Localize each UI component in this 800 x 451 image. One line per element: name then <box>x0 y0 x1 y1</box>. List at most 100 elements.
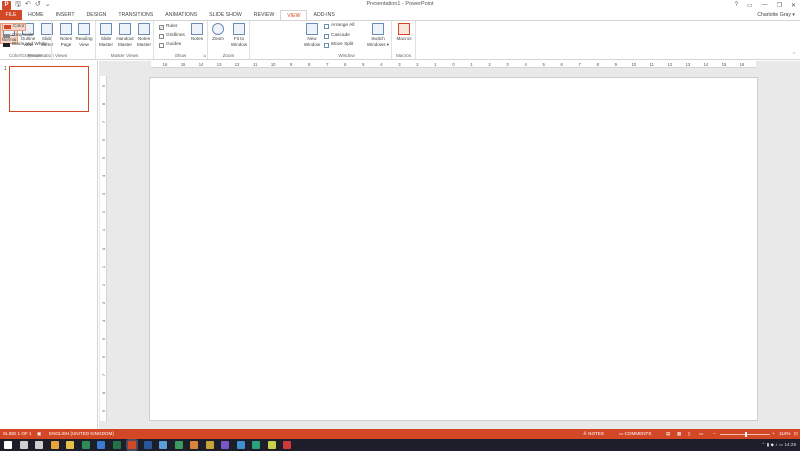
black-and-white-button[interactable]: Black and White <box>3 42 47 48</box>
ruler-tick: 5 <box>101 337 106 340</box>
zoom-slider-thumb[interactable] <box>745 431 747 437</box>
zoom-button[interactable]: Zoom <box>209 23 227 42</box>
black-white-swatch-icon <box>3 43 10 47</box>
guides-checkbox[interactable]: Guides <box>159 42 181 48</box>
notes-page-button[interactable]: Notes Page <box>57 23 75 47</box>
app-icon-9[interactable] <box>267 441 276 449</box>
taskview-icon[interactable] <box>35 441 43 449</box>
help-icon[interactable]: ? <box>735 2 738 8</box>
language-status[interactable]: ENGLISH (UNITED KINGDOM) <box>49 429 114 439</box>
app-icon-2[interactable] <box>159 441 167 449</box>
ruler-checkbox[interactable]: ✓ Ruler <box>159 24 177 30</box>
account-name[interactable]: Charlotte Gray ▾ <box>757 10 795 20</box>
zoom-level[interactable]: 114% <box>779 429 790 439</box>
excel-icon[interactable] <box>81 441 90 449</box>
app-icon-8[interactable] <box>252 441 260 449</box>
tab-transitions[interactable]: TRANSITIONS <box>112 10 159 20</box>
app-icon-6[interactable] <box>221 441 229 449</box>
tab-file[interactable]: FILE <box>0 10 22 20</box>
tab-review[interactable]: REVIEW <box>248 10 280 20</box>
zoom-out-button[interactable]: − <box>713 429 716 439</box>
group-label-window: Window <box>338 53 355 58</box>
search-icon[interactable] <box>19 441 28 449</box>
ruler-tick: 1 <box>470 62 473 67</box>
ruler-tick: 1 <box>101 229 106 232</box>
ruler-tick: 5 <box>542 62 545 67</box>
fit-window-icon <box>233 23 245 35</box>
arrange-all-button[interactable]: Arrange All <box>324 23 354 29</box>
word-icon[interactable] <box>143 441 152 449</box>
slideshow-status-icon[interactable]: ▭ <box>699 429 703 439</box>
reading-view-status-icon[interactable]: ▯ <box>688 429 691 439</box>
ribbon-tabs: FILE HOME INSERT DESIGN TRANSITIONS ANIM… <box>0 10 800 20</box>
tab-view[interactable]: VIEW <box>280 10 308 20</box>
tab-add-ins[interactable]: ADD-INS <box>307 10 340 20</box>
proofing-icon[interactable]: ▣ <box>37 429 41 439</box>
fit-to-window-button[interactable]: Fit to Window <box>229 23 249 47</box>
start-icon[interactable] <box>4 441 12 449</box>
minimize-icon[interactable]: — <box>762 2 768 8</box>
notes-toggle[interactable]: ≙ NOTES <box>583 429 604 439</box>
handout-master-button[interactable]: Handout Master <box>116 23 134 47</box>
cascade-button[interactable]: Cascade <box>324 33 350 39</box>
windows-taskbar: ⌃ ▮ ◆ ♪ ▭ 14:29 <box>0 439 800 451</box>
ruler-tick: 14 <box>198 62 204 67</box>
app-icon-3[interactable] <box>174 441 183 449</box>
tab-slide-show[interactable]: SLIDE SHOW <box>203 10 248 20</box>
tray-icons[interactable]: ⌃ ▮ ◆ ♪ ▭ <box>762 442 785 447</box>
app-icon-1[interactable] <box>97 441 105 449</box>
ruler-tick: 6 <box>101 139 106 142</box>
ruler-tick: 1 <box>101 265 106 268</box>
reading-view-button[interactable]: Reading View <box>75 23 93 47</box>
app-icon-5[interactable] <box>205 441 214 449</box>
macros-button[interactable]: Macros <box>395 23 413 42</box>
arrange-all-icon <box>324 23 329 29</box>
slide-thumbnail[interactable] <box>9 66 89 112</box>
slide-thumbnail-pane: 1 <box>0 61 98 429</box>
tab-design[interactable]: DESIGN <box>81 10 113 20</box>
chrome-icon[interactable] <box>50 441 59 449</box>
ruler-tick: 9 <box>101 84 106 88</box>
tab-animations[interactable]: ANIMATIONS <box>159 10 203 20</box>
ruler-tick: 10 <box>631 62 637 67</box>
color-button[interactable]: Color <box>2 23 27 31</box>
slide-master-button[interactable]: Slide Master <box>97 23 115 47</box>
gridlines-checkbox[interactable]: Gridlines <box>159 33 185 39</box>
grayscale-button[interactable]: Grayscale <box>3 33 34 39</box>
excel-icon-2[interactable] <box>112 441 121 449</box>
notes-master-button[interactable]: Notes Master <box>135 23 153 47</box>
slide-sorter-status-icon[interactable]: ▦ <box>677 429 681 439</box>
dialog-launcher-icon[interactable]: ⇲ <box>203 53 206 58</box>
restore-icon[interactable]: ❐ <box>777 2 782 9</box>
switch-windows-button[interactable]: Switch Windows ▾ <box>366 23 390 47</box>
notes-icon <box>191 23 203 35</box>
normal-view-status-icon[interactable]: ▤ <box>666 429 670 439</box>
move-split-button[interactable]: Move Split <box>324 42 353 48</box>
explorer-icon[interactable] <box>66 441 74 449</box>
app-icon-7[interactable] <box>236 441 245 449</box>
ruler-tick: 1 <box>434 62 437 67</box>
app-icon-10[interactable] <box>283 441 291 449</box>
tab-insert[interactable]: INSERT <box>50 10 81 20</box>
clock[interactable]: 14:29 <box>785 442 797 447</box>
close-icon[interactable]: ✕ <box>791 2 796 9</box>
group-master-views: Slide Master Handout Master Notes Master… <box>96 21 154 59</box>
app-icon-4[interactable] <box>190 441 198 449</box>
ruler-tick: 15 <box>721 62 727 67</box>
fit-slide-icon[interactable]: ⊡ <box>794 429 798 439</box>
group-macros: Macros Macros <box>392 21 416 59</box>
tab-home[interactable]: HOME <box>22 10 50 20</box>
title-bar: P 🖫 ↶ ↺ ⌄ Presentation1 - PowerPoint ? ▭… <box>0 0 800 10</box>
comments-toggle[interactable]: ▭ COMMENTS <box>619 429 651 439</box>
collapse-ribbon-icon[interactable]: ⌃ <box>792 52 796 58</box>
ruler-tick: 6 <box>344 62 347 67</box>
zoom-slider[interactable] <box>720 431 770 437</box>
status-bar: SLIDE 1 OF 1 ▣ ENGLISH (UNITED KINGDOM) … <box>0 429 800 439</box>
new-window-button[interactable]: New Window <box>303 23 321 47</box>
slide-canvas[interactable] <box>149 77 758 421</box>
move-split-icon <box>324 42 329 48</box>
notes-button[interactable]: Notes <box>188 23 206 42</box>
ribbon-display-icon[interactable]: ▭ <box>747 2 753 9</box>
powerpoint-icon[interactable] <box>128 441 136 449</box>
zoom-in-button[interactable]: + <box>772 429 775 439</box>
